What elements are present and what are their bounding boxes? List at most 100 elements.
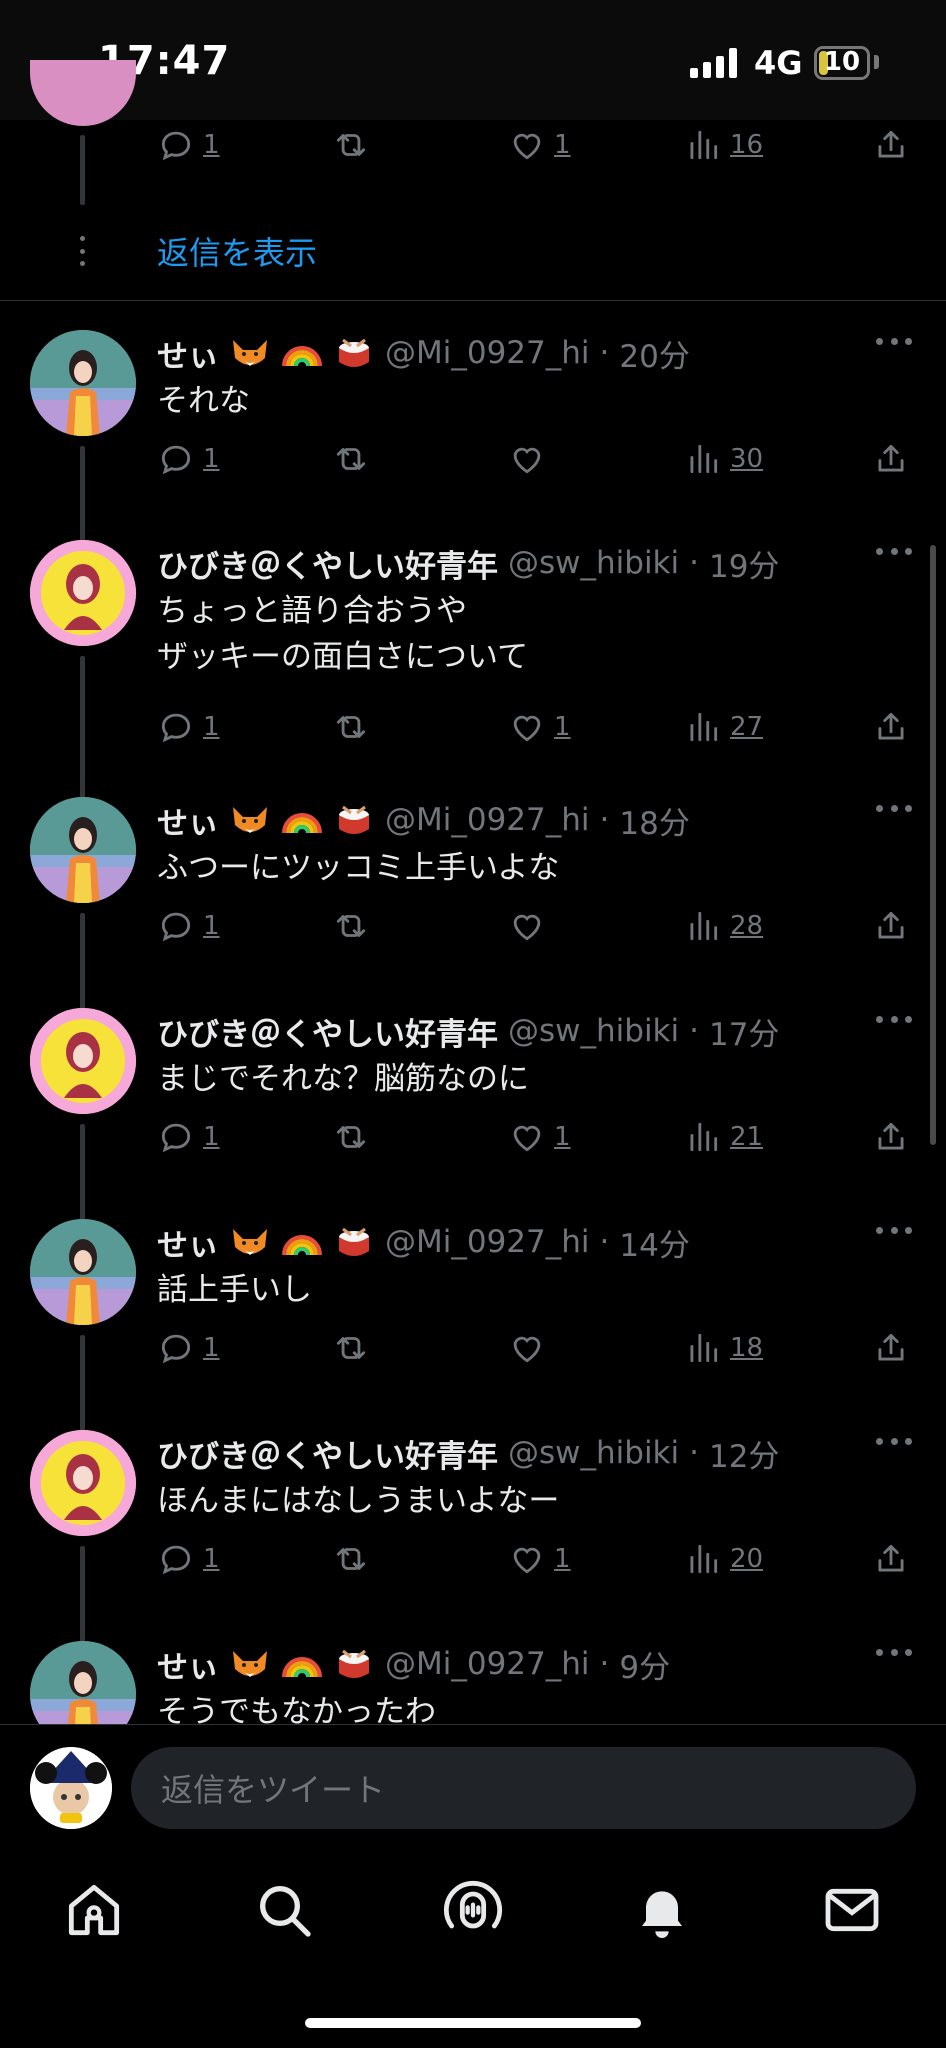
more-options-icon[interactable] (876, 1227, 912, 1237)
like-button[interactable] (508, 1329, 554, 1367)
timestamp[interactable]: 12分 (709, 1431, 779, 1476)
tweet[interactable]: せぃ @Mi_0927_hi · 20分 それな 1 30 (0, 330, 946, 586)
handle[interactable]: @Mi_0927_hi (385, 1224, 590, 1260)
view-count: 28 (730, 911, 764, 941)
more-options-icon[interactable] (876, 338, 912, 348)
avatar[interactable] (30, 1219, 136, 1325)
handle[interactable]: @Mi_0927_hi (385, 335, 590, 371)
share-button[interactable] (872, 907, 910, 945)
user-avatar[interactable] (30, 1747, 112, 1829)
display-name[interactable]: せぃ (157, 331, 219, 376)
reply-button[interactable]: 1 (157, 1329, 220, 1367)
like-button[interactable] (508, 440, 554, 478)
retweet-button[interactable] (332, 1329, 370, 1367)
reply-icon (161, 1123, 191, 1153)
rainbow-emoji-icon (282, 1235, 322, 1256)
handle[interactable]: @sw_hibiki (508, 1013, 679, 1049)
separator: · (599, 335, 610, 371)
tab-notifications[interactable] (630, 1878, 694, 1942)
avatar[interactable] (30, 797, 136, 903)
tweet[interactable]: せぃ @Mi_0927_hi · 9分 そうでもなかったわ (0, 1641, 946, 1724)
reply-icon (161, 912, 191, 942)
views-button[interactable]: 21 (684, 1118, 763, 1156)
like-button[interactable]: 1 (508, 1540, 571, 1578)
avatar[interactable] (30, 330, 136, 436)
more-options-icon[interactable] (876, 805, 912, 815)
share-icon (878, 1544, 904, 1572)
more-options-icon[interactable] (876, 548, 912, 558)
retweet-button[interactable] (332, 708, 370, 746)
views-button[interactable]: 18 (684, 1329, 763, 1367)
timestamp[interactable]: 20分 (619, 331, 689, 376)
like-button[interactable] (508, 907, 554, 945)
display-name[interactable]: ひびき＠くやしい好青年 (157, 1009, 498, 1054)
reply-input[interactable]: 返信をツイート (131, 1747, 916, 1829)
retweet-button[interactable] (332, 907, 370, 945)
heart-icon (513, 447, 541, 474)
share-button[interactable] (872, 708, 910, 746)
display-name[interactable]: せぃ (157, 798, 219, 843)
home-icon (68, 1884, 120, 1936)
reply-button[interactable]: 1 (157, 440, 220, 478)
retweet-icon (336, 1126, 366, 1148)
heart-icon (513, 1125, 541, 1152)
display-name[interactable]: せぃ (157, 1642, 219, 1687)
share-button[interactable] (872, 440, 910, 478)
views-icon (690, 911, 718, 941)
more-options-icon[interactable] (876, 1016, 912, 1026)
tweet-header: せぃ @Mi_0927_hi · 14分 (157, 1219, 690, 1265)
timestamp[interactable]: 14分 (619, 1220, 689, 1265)
views-button[interactable]: 27 (684, 708, 763, 746)
avatar[interactable] (30, 1641, 136, 1724)
reply-button[interactable]: 1 (157, 907, 220, 945)
views-button[interactable]: 30 (684, 440, 763, 478)
heart-icon (513, 715, 541, 742)
scrollbar[interactable] (930, 545, 936, 1145)
display-name[interactable]: ひびき＠くやしい好青年 (157, 541, 498, 586)
share-button[interactable] (872, 1540, 910, 1578)
views-button[interactable]: 20 (684, 1540, 763, 1578)
tweet-header: ひびき＠くやしい好青年 @sw_hibiki · 17分 (157, 1008, 779, 1054)
avatar[interactable] (30, 1430, 136, 1536)
handle[interactable]: @sw_hibiki (508, 1435, 679, 1471)
tab-messages[interactable] (820, 1878, 884, 1942)
retweet-button[interactable] (332, 440, 370, 478)
timestamp[interactable]: 18分 (619, 798, 689, 843)
more-options-icon[interactable] (876, 1438, 912, 1448)
tweet[interactable]: ひびき＠くやしい好青年 @sw_hibiki · 19分 ちょっと語り合おうや ザッキー… (0, 540, 946, 856)
retweet-button[interactable] (332, 1540, 370, 1578)
display-name[interactable]: せぃ (157, 1220, 219, 1265)
views-button[interactable]: 28 (684, 907, 763, 945)
avatar[interactable] (30, 540, 136, 646)
like-button[interactable]: 1 (508, 708, 571, 746)
fox-emoji-icon (233, 1229, 267, 1255)
tweet[interactable]: ひびき＠くやしい好青年 @sw_hibiki · 17分 まじでそれな？脳筋なのに 1 1 2… (0, 1008, 946, 1264)
timestamp[interactable]: 9分 (619, 1642, 670, 1687)
retweet-button[interactable] (332, 1118, 370, 1156)
like-count: 1 (554, 1544, 571, 1574)
share-button[interactable] (872, 1329, 910, 1367)
timestamp[interactable]: 17分 (709, 1009, 779, 1054)
timestamp[interactable]: 19分 (709, 541, 779, 586)
more-options-icon[interactable] (876, 1649, 912, 1659)
display-name[interactable]: ひびき＠くやしい好青年 (157, 1431, 498, 1476)
tweet-text: ふつーにツッコミ上手いよな (157, 850, 560, 886)
like-button[interactable]: 1 (508, 1118, 571, 1156)
separator: · (599, 1224, 610, 1260)
tweet[interactable]: せぃ @Mi_0927_hi · 18分 ふつーにツッコミ上手いよな 1 28 (0, 797, 946, 1053)
reply-button[interactable]: 1 (157, 708, 220, 746)
tab-home[interactable] (62, 1878, 126, 1942)
tweet[interactable]: ひびき＠くやしい好青年 @sw_hibiki · 12分 ほんまにはなしうまいよなー 1 1… (0, 1430, 946, 1686)
share-button[interactable] (872, 1118, 910, 1156)
handle[interactable]: @sw_hibiki (508, 545, 679, 581)
reply-button[interactable]: 1 (157, 1118, 220, 1156)
reply-button[interactable]: 1 (157, 1540, 220, 1578)
avatar[interactable] (30, 1008, 136, 1114)
heart-icon (513, 1547, 541, 1574)
handle[interactable]: @Mi_0927_hi (385, 1646, 590, 1682)
handle[interactable]: @Mi_0927_hi (385, 802, 590, 838)
tweet[interactable]: せぃ @Mi_0927_hi · 14分 話上手いし 1 18 (0, 1219, 946, 1475)
tab-search[interactable] (252, 1878, 316, 1942)
notifications-icon (642, 1891, 682, 1938)
tab-spaces[interactable] (441, 1878, 505, 1942)
